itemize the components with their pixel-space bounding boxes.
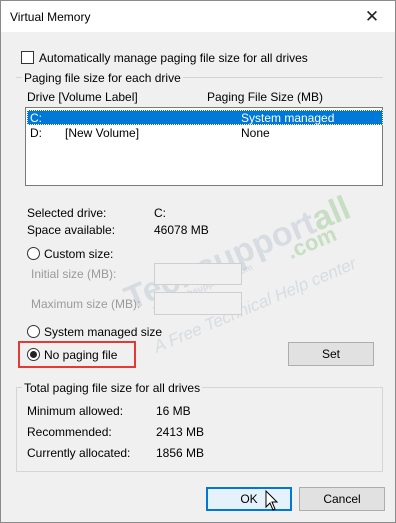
set-button[interactable]: Set xyxy=(288,342,374,366)
drive-list[interactable]: C: System managed D: [New Volume] None xyxy=(25,107,383,186)
recommended-label: Recommended: xyxy=(27,425,112,439)
space-available-label: Space available: xyxy=(27,223,116,237)
currently-allocated-value: 1856 MB xyxy=(156,446,205,460)
recommended-value: 2413 MB xyxy=(156,425,205,439)
initial-size-label: Initial size (MB): xyxy=(31,267,117,281)
space-available-value: 46078 MB xyxy=(154,223,209,237)
minimum-allowed-label: Minimum allowed: xyxy=(27,404,124,418)
window-title: Virtual Memory xyxy=(10,10,91,24)
drive-row-c[interactable]: C: System managed xyxy=(27,110,383,125)
maximum-size-label: Maximum size (MB): xyxy=(31,297,141,311)
cancel-button[interactable]: Cancel xyxy=(299,487,385,511)
drive-size: None xyxy=(241,126,270,140)
drive-letter: D: xyxy=(30,126,42,140)
close-icon[interactable]: ✕ xyxy=(349,1,395,32)
auto-manage-checkbox[interactable] xyxy=(21,51,34,64)
minimum-allowed-value: 16 MB xyxy=(156,404,191,418)
column-header-size: Paging File Size (MB) xyxy=(207,90,324,104)
ok-button[interactable]: OK xyxy=(206,487,292,511)
currently-allocated-label: Currently allocated: xyxy=(27,446,131,460)
system-managed-radio[interactable] xyxy=(27,325,40,338)
custom-size-label[interactable]: Custom size: xyxy=(44,247,113,261)
column-header-drive: Drive [Volume Label] xyxy=(27,90,138,104)
selected-drive-label: Selected drive: xyxy=(27,206,107,220)
virtual-memory-dialog: Virtual Memory ✕ Techsupportall .com www… xyxy=(0,0,396,523)
custom-size-radio[interactable] xyxy=(27,247,40,260)
selected-drive-value: C: xyxy=(154,206,166,220)
drive-label: [New Volume] xyxy=(65,126,140,140)
highlight-box xyxy=(18,341,136,368)
total-group-legend: Total paging file size for all drives xyxy=(22,381,203,395)
system-managed-label[interactable]: System managed size xyxy=(44,325,162,339)
drive-letter: C: xyxy=(30,111,42,125)
mouse-pointer-icon xyxy=(265,490,279,511)
title-bar: Virtual Memory ✕ xyxy=(1,1,395,32)
auto-manage-label[interactable]: Automatically manage paging file size fo… xyxy=(39,51,308,65)
maximum-size-input[interactable] xyxy=(154,292,242,315)
drive-size: System managed xyxy=(241,111,335,125)
initial-size-input[interactable] xyxy=(154,263,242,285)
paging-group-legend: Paging file size for each drive xyxy=(22,71,183,85)
drive-row-d[interactable]: D: [New Volume] None xyxy=(27,125,383,140)
